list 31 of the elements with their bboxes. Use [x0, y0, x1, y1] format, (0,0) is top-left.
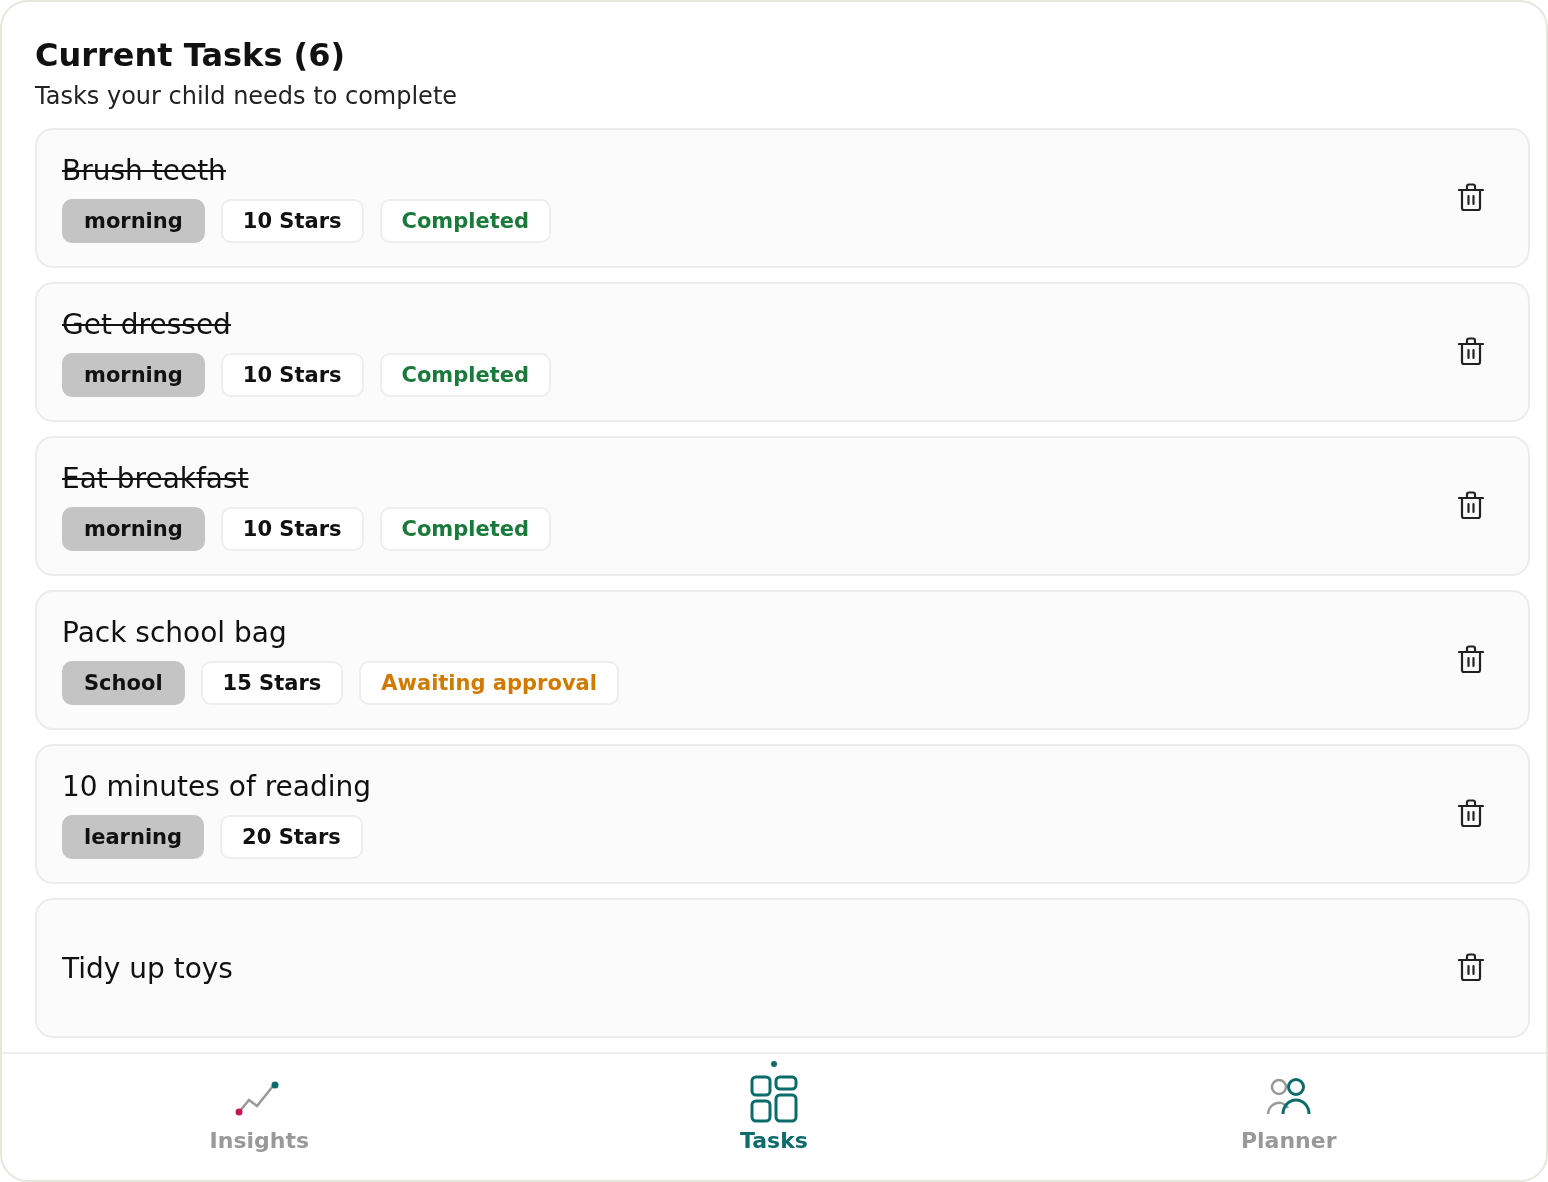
status-tag: Completed: [379, 198, 552, 243]
trash-icon: [1458, 799, 1484, 829]
trash-icon: [1458, 183, 1484, 213]
trash-icon: [1458, 491, 1484, 521]
stars-tag: 10 Stars: [220, 352, 364, 397]
task-title: Tidy up toys: [62, 951, 234, 985]
task-title: Brush teeth: [62, 153, 227, 187]
task-title: Pack school bag: [62, 615, 288, 649]
page-title: Current Tasks (6): [35, 36, 347, 74]
trash-icon: [1458, 645, 1484, 675]
trash-icon: [1458, 953, 1484, 983]
category-tag: morning: [62, 506, 205, 551]
status-tag: Awaiting approval: [359, 660, 619, 705]
category-tag: learning: [62, 814, 205, 859]
status-tag: Completed: [379, 352, 552, 397]
task-title: 10 minutes of reading: [62, 769, 372, 803]
task-title: Get dressed: [62, 307, 232, 341]
status-tag: Completed: [379, 506, 552, 551]
category-tag: morning: [62, 198, 205, 243]
nav-tab[interactable]: Planner: [1031, 1054, 1546, 1180]
stars-tag: 10 Stars: [220, 198, 364, 243]
stars-tag: 10 Stars: [220, 506, 364, 551]
stars-tag: 15 Stars: [200, 660, 344, 705]
nav-tab[interactable]: Insights: [2, 1054, 517, 1180]
trash-icon: [1458, 337, 1484, 367]
category-tag: School: [62, 660, 185, 705]
category-tag: morning: [62, 352, 205, 397]
nav-tab[interactable]: Tasks: [516, 1054, 1032, 1180]
page-subtitle: Tasks your child needs to complete: [35, 82, 459, 110]
stars-tag: 20 Stars: [220, 814, 363, 859]
task-title: Eat breakfast: [62, 461, 250, 495]
